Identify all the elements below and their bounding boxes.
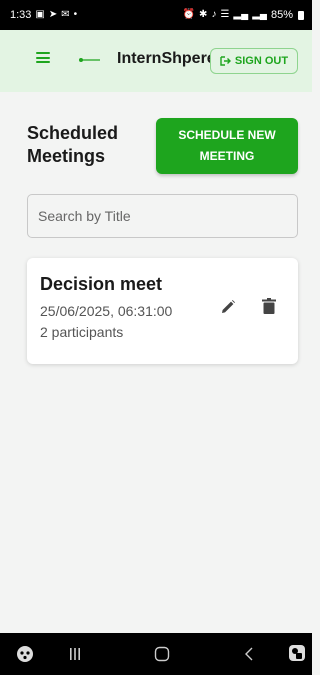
meeting-title: Decision meet bbox=[40, 274, 163, 294]
battery-level: 85% bbox=[270, 9, 293, 21]
dot-icon: • bbox=[73, 9, 78, 20]
edit-icon[interactable] bbox=[220, 299, 236, 315]
accessibility-icon[interactable] bbox=[288, 644, 306, 662]
battery-icon bbox=[298, 10, 304, 20]
meeting-card[interactable]: Decision meet 25/06/2025, 06:31:00 2 par… bbox=[27, 258, 298, 364]
search-input[interactable] bbox=[27, 194, 298, 238]
navigation-bar bbox=[0, 633, 312, 675]
status-time: 1:33 bbox=[10, 9, 32, 21]
logout-icon bbox=[220, 56, 231, 66]
page-title: Scheduled Meetings bbox=[27, 123, 119, 167]
meeting-participants: 2 participants bbox=[40, 324, 124, 340]
menu-icon[interactable] bbox=[36, 52, 50, 63]
schedule-new-meeting-button[interactable]: SCHEDULE NEW MEETING bbox=[156, 118, 298, 174]
delete-icon[interactable] bbox=[262, 298, 276, 314]
status-bar-right: ⏰ ✱ ♪ ☰ ▂▄ ▂▄ 85% bbox=[183, 9, 304, 21]
schedule-button-label: SCHEDULE NEW MEETING bbox=[178, 128, 276, 163]
app-bar: InternShpere SIGN OUT bbox=[0, 30, 312, 92]
back-icon[interactable] bbox=[243, 646, 255, 662]
alarm-icon: ⏰ bbox=[182, 9, 196, 20]
mute-icon: ♪ bbox=[211, 9, 217, 20]
meeting-datetime: 25/06/2025, 06:31:00 bbox=[40, 303, 173, 319]
mail-icon: ✉ bbox=[61, 9, 70, 20]
signal-icon: ▂▄ bbox=[252, 9, 267, 20]
send-icon: ➤ bbox=[48, 9, 58, 20]
sign-out-button[interactable]: SIGN OUT bbox=[210, 48, 298, 74]
app-title: InternShpere bbox=[117, 50, 216, 67]
home-icon[interactable] bbox=[154, 646, 170, 662]
wifi-icon: ☰ bbox=[220, 9, 230, 20]
game-launcher-icon[interactable] bbox=[16, 645, 34, 663]
status-bar: 1:33 ▣ ➤ ✉ • ⏰ ✱ ♪ ☰ ▂▄ ▂▄ 85% bbox=[0, 0, 312, 30]
signal-icon: ▂▄ bbox=[233, 9, 249, 20]
status-bar-left: 1:33 ▣ ➤ ✉ • bbox=[10, 9, 77, 21]
sign-out-label: SIGN OUT bbox=[234, 55, 289, 67]
recent-apps-icon[interactable] bbox=[68, 647, 82, 661]
logo-icon bbox=[79, 58, 100, 62]
bluetooth-icon: ✱ bbox=[199, 9, 208, 20]
gallery-icon: ▣ bbox=[35, 9, 45, 20]
